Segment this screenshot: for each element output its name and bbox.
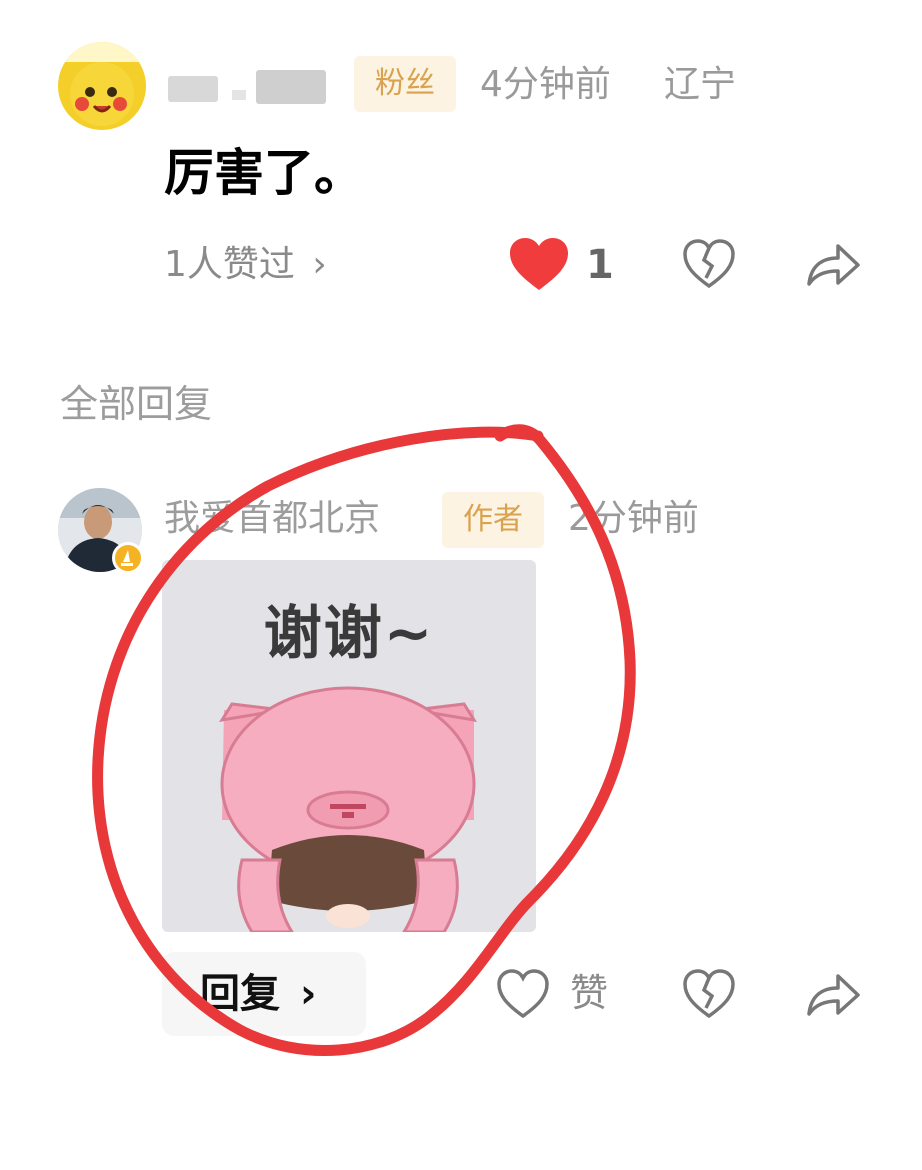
replies-header: 全部回复 (60, 382, 213, 426)
liked-by-link[interactable]: 1人赞过 › (164, 240, 327, 290)
chevron-right-icon: › (299, 971, 317, 1017)
comment-time: 4分钟前 (480, 64, 611, 105)
commenter-name-redacted[interactable] (168, 70, 326, 106)
reply-share-button[interactable] (804, 968, 862, 1020)
heart-outline-icon (497, 969, 549, 1019)
liked-by-label: 1人赞过 (164, 244, 295, 285)
reply-dislike-button[interactable] (682, 968, 736, 1020)
broken-heart-icon (683, 969, 735, 1019)
reply-button-label: 回复 (200, 971, 280, 1017)
chevron-right-icon: › (312, 244, 327, 285)
comment-location: 辽宁 (664, 64, 737, 105)
like-button[interactable] (508, 236, 570, 292)
commenter-avatar[interactable] (58, 42, 146, 130)
reply-author-avatar[interactable] (58, 488, 144, 574)
like-count: 1 (586, 242, 614, 288)
reply-like-label: 赞 (570, 971, 609, 1015)
share-arrow-icon (807, 244, 860, 286)
share-button[interactable] (804, 238, 862, 290)
share-arrow-icon (807, 974, 860, 1016)
broken-heart-icon (683, 239, 735, 289)
reply-author-name[interactable]: 我爱首都北京 (164, 494, 380, 544)
author-badge: 作者 (442, 492, 544, 548)
filled-heart-icon (510, 238, 568, 290)
reply-like-button[interactable] (496, 968, 550, 1020)
reply-time: 2分钟前 (568, 498, 699, 539)
verified-badge-icon (112, 542, 144, 574)
reply-button[interactable]: 回复 › (162, 952, 366, 1036)
dislike-button[interactable] (682, 238, 736, 290)
pig-hood-girl-illustration (218, 686, 478, 932)
fan-badge: 粉丝 (354, 56, 456, 112)
comment-text: 厉害了。 (164, 144, 364, 202)
reply-sticker-image[interactable]: 谢谢~ (162, 560, 536, 932)
